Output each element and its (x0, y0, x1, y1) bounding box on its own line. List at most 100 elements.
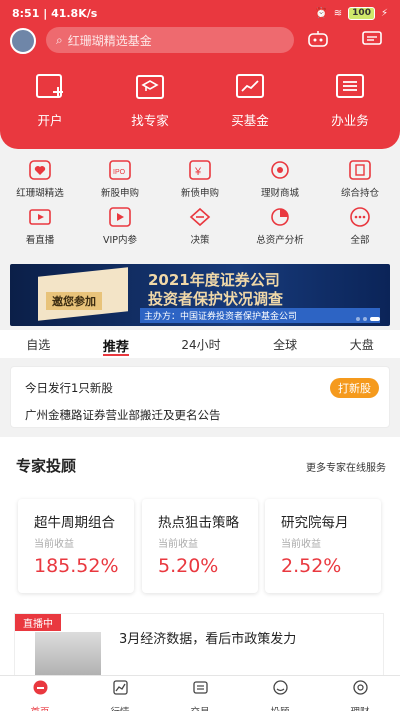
wifi-icon: ≋ (333, 8, 343, 19)
ipo-button[interactable]: 打新股 (330, 378, 379, 398)
grid-item-decision[interactable]: 决策 (160, 206, 240, 246)
nav-label: 办业务 (331, 113, 369, 128)
grid-label: 决策 (190, 235, 210, 246)
quotes-icon (112, 680, 128, 695)
grid-item-coral[interactable]: 红珊瑚精选 (0, 159, 80, 199)
holdings-icon (349, 159, 371, 181)
nav-label: 找专家 (131, 113, 169, 128)
status-time: 8:51 | 41.8K/s (12, 7, 98, 20)
bottom-nav: 首页 行情 交易 投顾 理财 (0, 675, 400, 711)
card-label: 当前收益 (34, 539, 74, 550)
nav-buy-fund[interactable]: 买基金 (210, 72, 290, 129)
charging-icon: ⚡ (380, 8, 388, 19)
live-icon (29, 206, 51, 228)
card-value: 5.20% (158, 555, 219, 577)
tab-market[interactable]: 大盘 (350, 330, 374, 358)
grid-label: 理财商城 (260, 188, 299, 199)
main-nav: 开户 找专家 买基金 办业务 (0, 72, 400, 129)
expert-section: 专家投顾 更多专家在线服务 超牛周期组合 当前收益 185.52% 热点狙击策略… (0, 437, 400, 682)
nav-label: 行情 (90, 700, 150, 711)
grid-label: 新债申购 (180, 188, 219, 199)
nav-label: 投顾 (250, 700, 310, 711)
strategy-card[interactable]: 超牛周期组合 当前收益 185.52% (18, 499, 134, 593)
grid-label: 总资产分析 (256, 235, 304, 246)
nav-business[interactable]: 办业务 (310, 72, 390, 129)
news-box: 今日发行1只新股 打新股 广州金穗路证券营业部搬迁及更名公告 (10, 366, 390, 428)
time-text: 8:51 (12, 7, 40, 20)
grid-item-bond[interactable]: ¥ 新债申购 (160, 159, 240, 199)
yen-icon: ¥ (189, 159, 211, 181)
shop-icon (269, 159, 291, 181)
grid-item-all[interactable]: 全部 (320, 206, 400, 246)
card-value: 2.52% (281, 555, 342, 577)
svg-text:¥: ¥ (194, 166, 202, 178)
tab-wealth[interactable]: 理财 (330, 676, 390, 711)
more-icon (349, 206, 371, 228)
promo-banner[interactable]: 邀您参加 2021年度证券公司 投资者保护状况调查 主办方：中国证券投资者保护基… (10, 264, 390, 326)
search-input[interactable]: ⌕ 红珊瑚精选基金 (46, 27, 294, 53)
graduate-icon (135, 72, 165, 102)
speed-text: 41.8K/s (51, 7, 98, 20)
card-value: 185.52% (34, 555, 119, 577)
robot-icon[interactable] (306, 29, 330, 49)
nav-label: 开户 (37, 113, 63, 128)
nav-label: 交易 (170, 700, 230, 711)
asset-icon (269, 206, 291, 228)
news-announcement[interactable]: 广州金穗路证券营业部搬迁及更名公告 (25, 407, 221, 423)
grid-item-asset[interactable]: 总资产分析 (240, 206, 320, 246)
news-ipo-today[interactable]: 今日发行1只新股 (25, 380, 113, 396)
tab-quotes[interactable]: 行情 (90, 676, 150, 711)
nav-label: 首页 (10, 700, 70, 711)
grid-item-shop[interactable]: 理财商城 (240, 159, 320, 199)
card-label: 当前收益 (281, 539, 321, 550)
wealth-icon (352, 680, 368, 695)
status-icons: ⏰ ≋ 100 ⚡ (315, 7, 388, 20)
grid-item-holdings[interactable]: 综合持仓 (320, 159, 400, 199)
chart-box-icon (235, 72, 265, 102)
grid-label: 全部 (350, 235, 370, 246)
function-grid: 红珊瑚精选 IPO 新股申购 ¥ 新债申购 理财商城 综合持仓 看直播 VIP内参 … (0, 159, 400, 246)
card-name: 研究院每月 (281, 515, 349, 531)
battery-icon: 100 (348, 7, 375, 20)
banner-title1: 2021年度证券公司 (148, 271, 280, 289)
advisor-icon (272, 680, 288, 695)
tab-home[interactable]: 首页 (10, 676, 70, 711)
strategy-card[interactable]: 研究院每月 当前收益 2.52% (265, 499, 381, 593)
plus-box-icon (35, 72, 65, 102)
tab-trade[interactable]: 交易 (170, 676, 230, 711)
section-title: 专家投顾 (16, 457, 77, 475)
grid-label: VIP内参 (102, 235, 138, 246)
card-name: 热点狙击策略 (158, 515, 239, 531)
grid-item-ipo[interactable]: IPO 新股申购 (80, 159, 160, 199)
search-icon: ⌕ (56, 32, 63, 47)
tab-24h[interactable]: 24小时 (181, 330, 220, 358)
grid-item-vip[interactable]: VIP内参 (80, 206, 160, 246)
live-card[interactable]: 直播中 3月经济数据，看后市政策发力 (14, 613, 384, 682)
tab-watchlist[interactable]: 自选 (26, 330, 50, 358)
home-icon (33, 680, 47, 695)
avatar[interactable] (10, 28, 36, 54)
banner-title2: 投资者保护状况调查 (148, 290, 284, 308)
alarm-icon: ⏰ (315, 8, 328, 19)
grid-label: 红珊瑚精选 (16, 188, 64, 199)
message-icon[interactable] (360, 29, 384, 49)
live-title: 3月经济数据，看后市政策发力 (119, 632, 297, 647)
grid-item-live[interactable]: 看直播 (0, 206, 80, 246)
banner-sponsor: 主办方：中国证券投资者保护基金公司 (140, 308, 380, 323)
tab-recommend[interactable]: 推荐 (102, 330, 129, 356)
svg-text:IPO: IPO (113, 169, 126, 176)
nav-open-account[interactable]: 开户 (10, 72, 90, 129)
tab-global[interactable]: 全球 (273, 330, 297, 358)
grid-label: 看直播 (25, 235, 55, 246)
decision-icon (189, 206, 211, 228)
nav-label: 买基金 (231, 113, 269, 128)
header: 8:51 | 41.8K/s ⏰ ≋ 100 ⚡ ⌕ 红珊瑚精选基金 开户 找专… (0, 0, 400, 149)
play-icon (109, 206, 131, 228)
strategy-card[interactable]: 热点狙击策略 当前收益 5.20% (142, 499, 258, 593)
tab-advisor[interactable]: 投顾 (250, 676, 310, 711)
carousel-dots (356, 317, 380, 321)
more-experts-link[interactable]: 更多专家在线服务 (306, 459, 386, 474)
trade-icon (192, 681, 208, 694)
list-icon (335, 72, 365, 102)
nav-find-expert[interactable]: 找专家 (110, 72, 190, 129)
